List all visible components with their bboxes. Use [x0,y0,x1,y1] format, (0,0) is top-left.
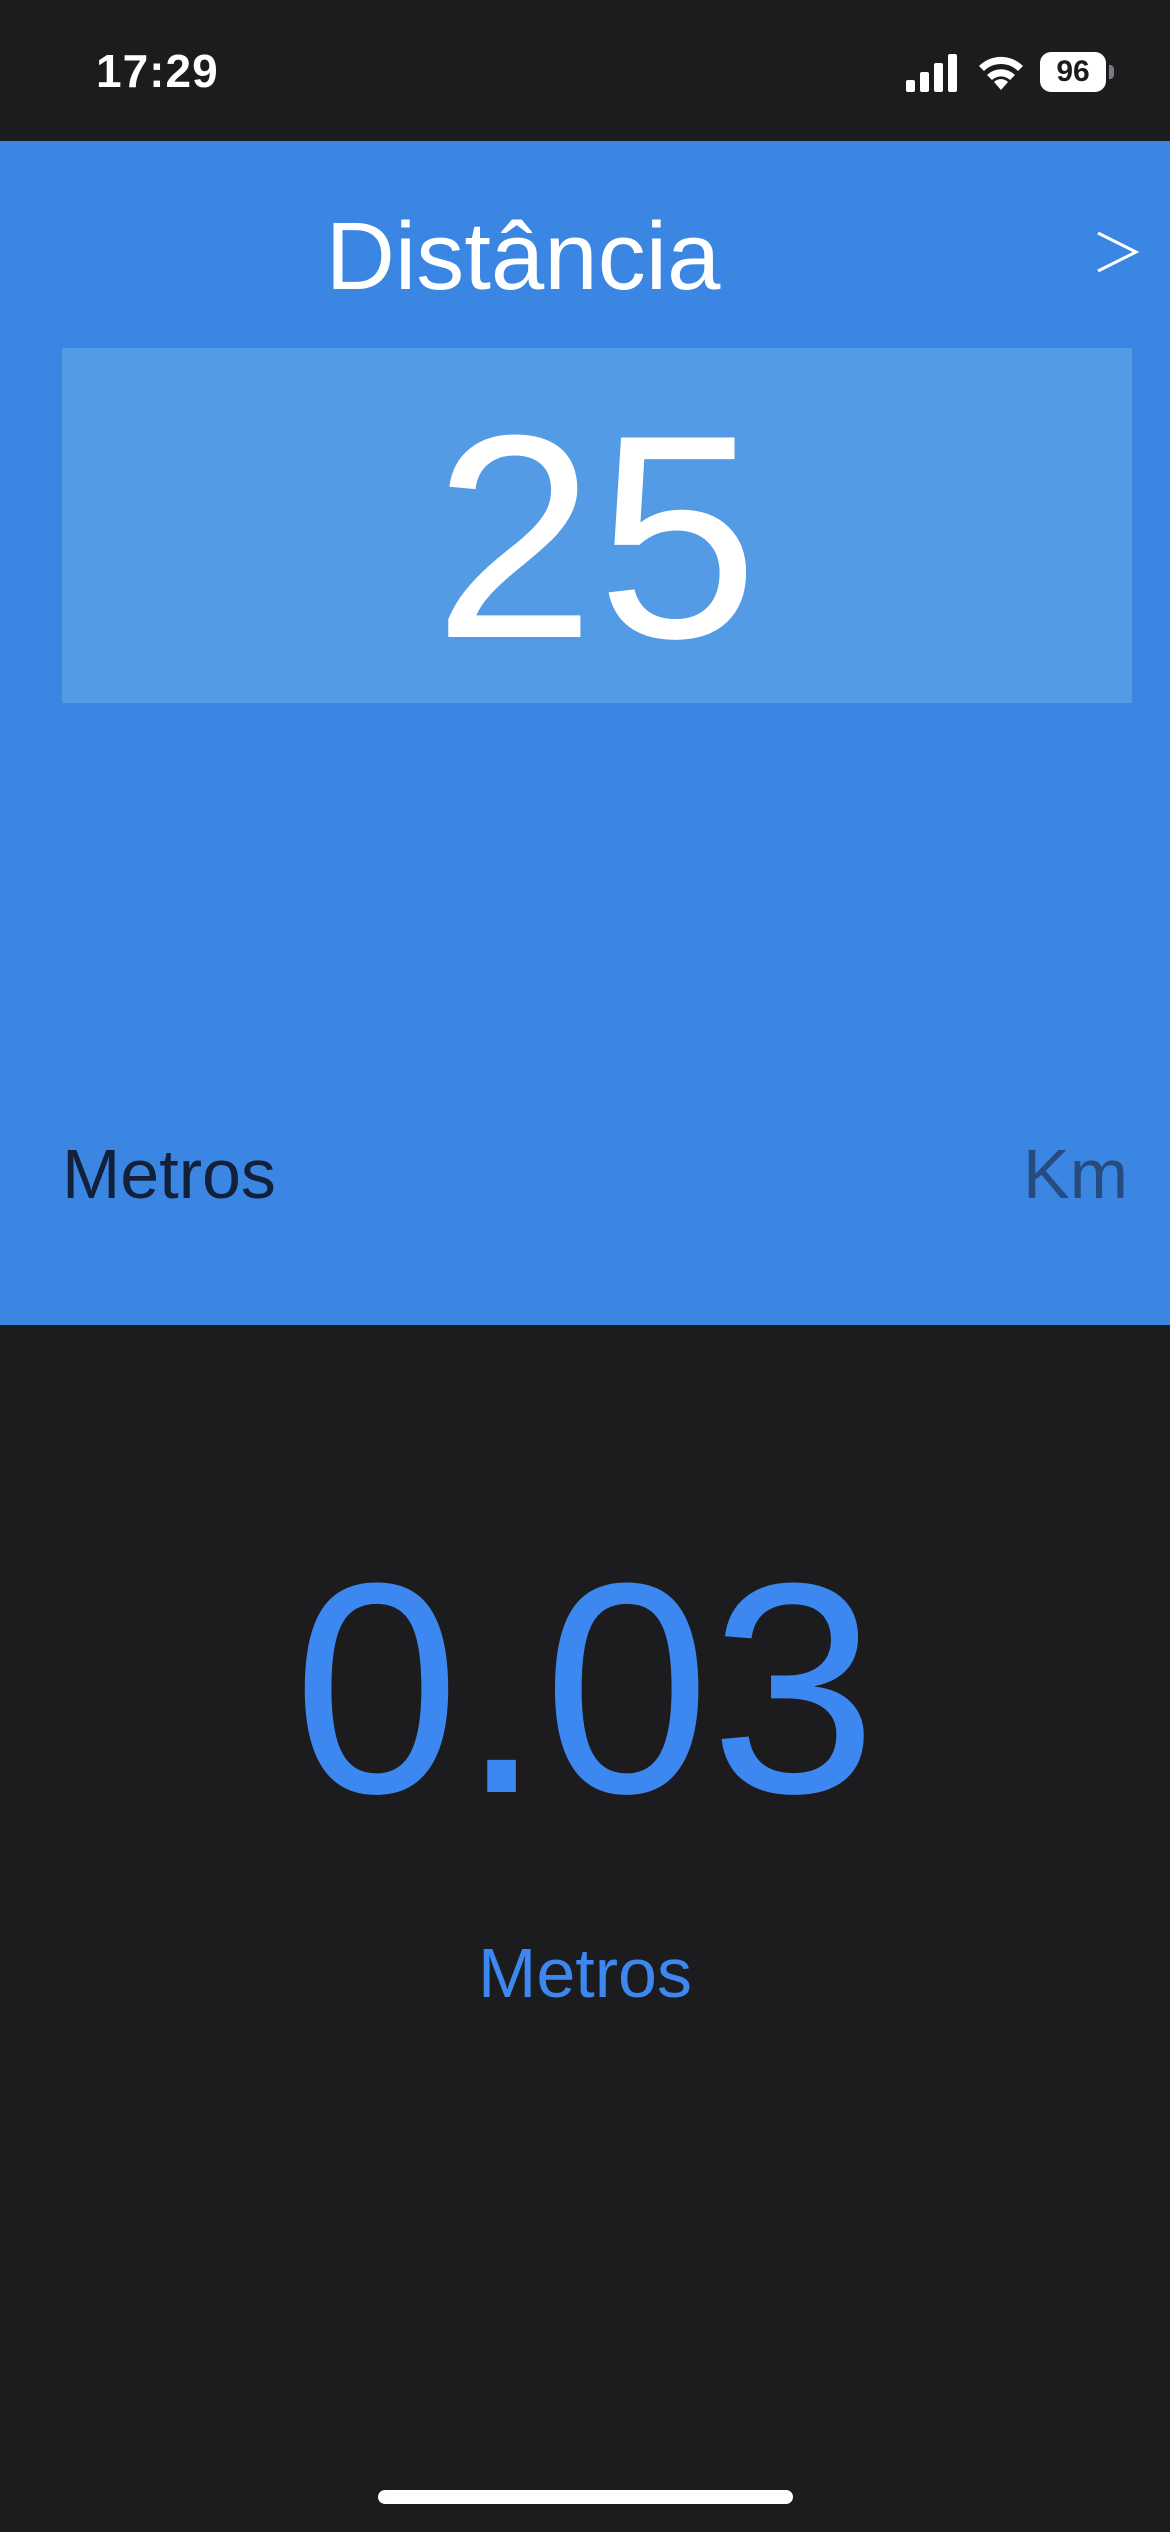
signal-icon [906,54,957,92]
input-value: 25 [433,375,761,699]
to-unit-selector[interactable]: Km [1023,1139,1128,1209]
from-unit-selector[interactable]: Metros [62,1139,276,1209]
input-value-field[interactable]: 25 [62,348,1132,703]
wifi-icon [979,56,1023,90]
converter-panel: Distância 25 Metros Km [0,141,1170,1325]
app-screen: 17:29 96 Distância 25 Metros Km 0.03 Met… [0,0,1170,2532]
chevron-right-icon[interactable] [1092,225,1142,279]
home-indicator[interactable] [378,2490,793,2504]
battery-icon: 96 [1040,52,1114,92]
battery-cap [1109,65,1114,79]
result-value: 0.03 [293,1520,877,1856]
result-unit: Metros [478,1934,692,2012]
status-time: 17:29 [96,45,219,97]
converter-title: Distância [325,203,721,310]
battery-level: 96 [1056,55,1090,88]
status-bar: 17:29 96 [0,0,1170,141]
